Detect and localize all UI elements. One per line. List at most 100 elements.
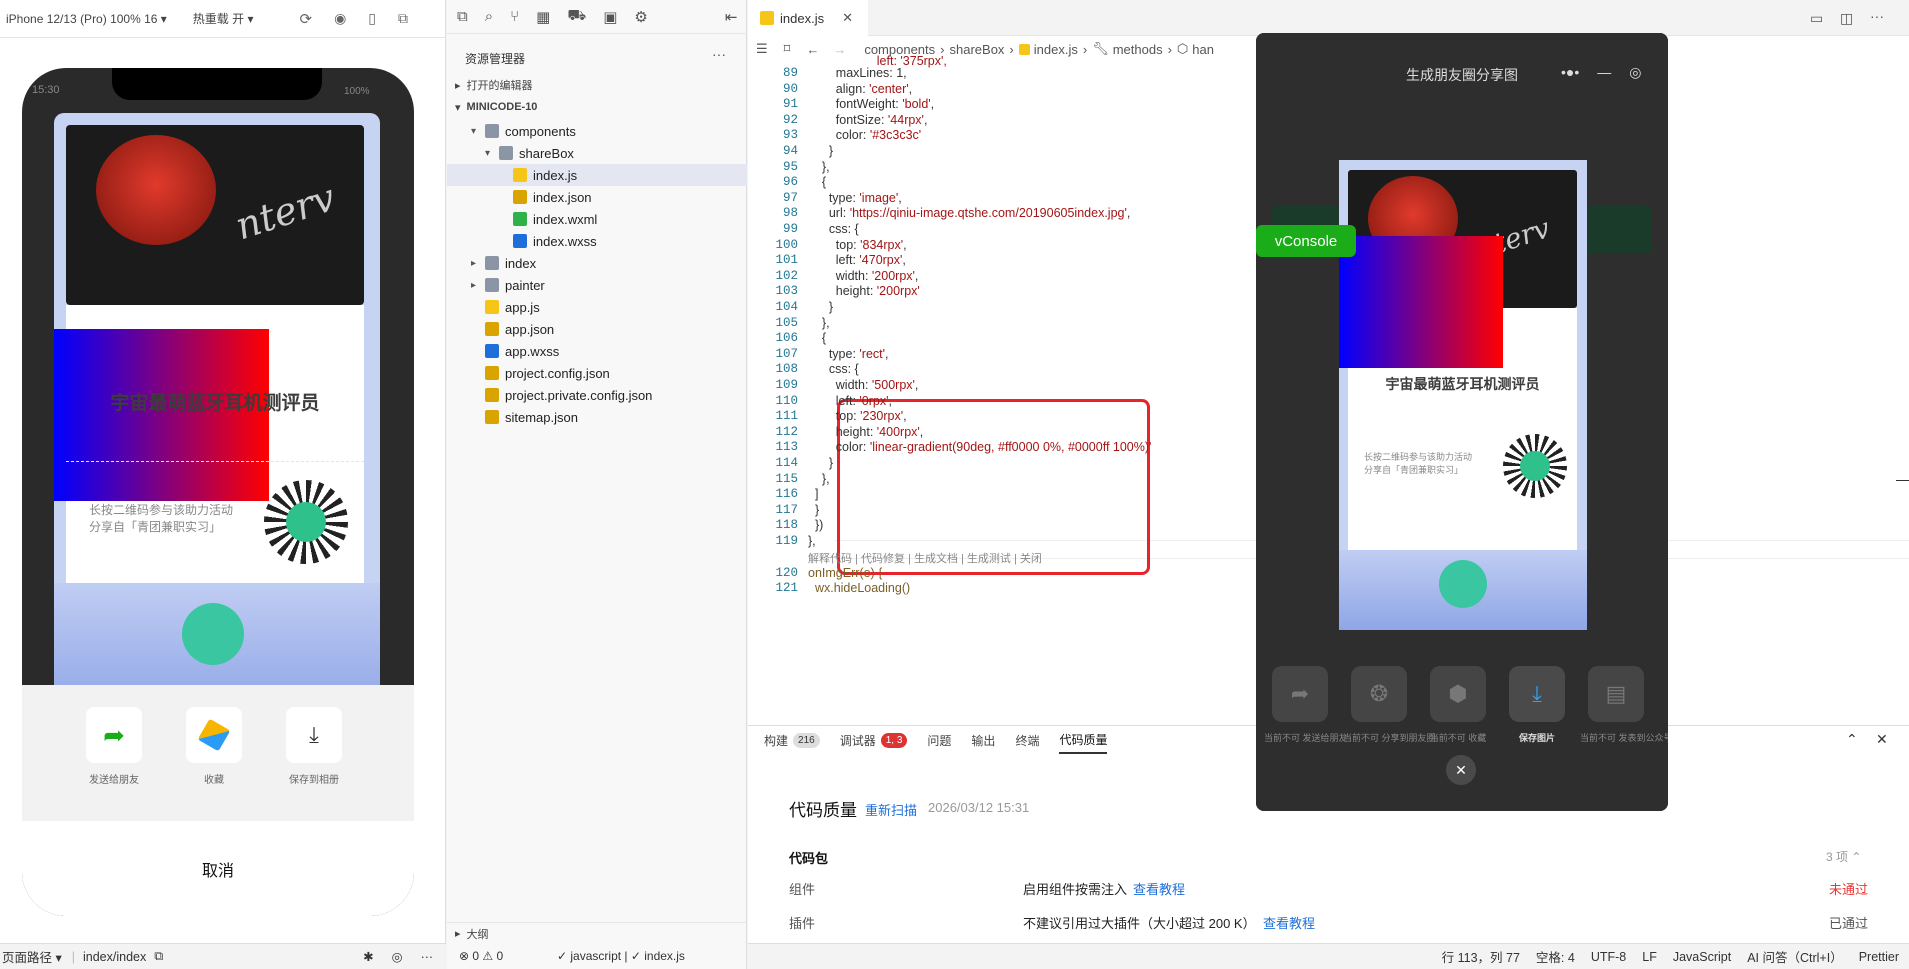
more-icon[interactable]: •●• bbox=[1561, 64, 1579, 80]
tree-item[interactable]: ▸ painter bbox=[447, 274, 747, 296]
line-number: 110 bbox=[775, 393, 798, 408]
tree-item[interactable]: index.json bbox=[447, 186, 747, 208]
cursor-position[interactable]: 行 113，列 77 bbox=[1442, 947, 1520, 966]
chevron-up-icon[interactable]: ⌃ bbox=[1846, 731, 1858, 748]
json-file-icon bbox=[485, 410, 499, 424]
rotate-icon[interactable]: ⟳ bbox=[300, 10, 313, 28]
window-icon[interactable]: ⧉ bbox=[398, 10, 408, 27]
tree-item[interactable]: ▾ shareBox bbox=[447, 142, 747, 164]
comment-icon[interactable]: ▭ bbox=[1810, 10, 1823, 27]
tree-item[interactable]: app.js bbox=[447, 296, 747, 318]
tutorial-link[interactable]: 查看教程 bbox=[1133, 879, 1185, 898]
tree-item[interactable]: ▾ components bbox=[447, 120, 747, 142]
tree-item-label: app.js bbox=[505, 299, 540, 315]
collapse-icon[interactable]: ⇤ bbox=[725, 8, 738, 26]
device-select[interactable]: iPhone 12/13 (Pro) 100% 16 ▾ bbox=[0, 12, 173, 26]
tree-item[interactable]: index.js bbox=[447, 164, 747, 186]
language-mode[interactable]: JavaScript bbox=[1673, 950, 1731, 964]
panel-tab[interactable]: 问题 bbox=[927, 726, 951, 754]
stop-icon[interactable]: ◉ bbox=[334, 10, 346, 27]
extensions-icon[interactable]: ▦ bbox=[536, 8, 550, 26]
settings-icon[interactable]: ⚙ bbox=[634, 8, 647, 26]
share-preview-overlay: 生成朋友圈分享图 •●• — ◎ nterv 宇宙最萌蓝牙耳机测评员 长按二维码… bbox=[1256, 33, 1668, 811]
tree-item[interactable]: project.config.json bbox=[447, 362, 747, 384]
outline-section[interactable]: ▸ 大纲 bbox=[447, 922, 747, 944]
files-icon[interactable]: ⧉ bbox=[457, 8, 468, 25]
line-number: 105 bbox=[775, 315, 798, 330]
tree-item[interactable]: index.wxss bbox=[447, 230, 747, 252]
code-line: } bbox=[808, 300, 834, 314]
tree-item[interactable]: index.wxml bbox=[447, 208, 747, 230]
panel-tab[interactable]: 调试器 1, 3 bbox=[840, 726, 908, 754]
tutorial-link[interactable]: 查看教程 bbox=[1263, 913, 1315, 932]
tree-item[interactable]: project.private.config.json bbox=[447, 384, 747, 406]
tree-item[interactable]: app.wxss bbox=[447, 340, 747, 362]
download-icon[interactable]: ⤓ bbox=[1509, 666, 1565, 722]
activity-bar: ⧉ ⌕ ⑂ ▦ ⛟ ▣ ⚙ ⇤ bbox=[447, 0, 747, 34]
phone-icon[interactable]: ▯ bbox=[368, 10, 376, 27]
rescan-link[interactable]: 重新扫描 bbox=[865, 800, 917, 819]
open-editors-section[interactable]: ▸ 打开的编辑器 bbox=[447, 74, 747, 96]
panel-tab[interactable]: 代码质量 bbox=[1059, 726, 1108, 754]
problems-status[interactable]: ⊗ 0 ⚠ 0 bbox=[459, 949, 503, 963]
eol[interactable]: LF bbox=[1642, 950, 1657, 964]
lang-status[interactable]: ✓ javascript | ✓ index.js bbox=[557, 949, 685, 963]
close-overlay-button[interactable]: ✕ bbox=[1446, 755, 1476, 785]
cube-icon[interactable]: ⬢ bbox=[1430, 666, 1486, 722]
eye-icon[interactable]: ◎ bbox=[392, 949, 403, 964]
docker-icon[interactable]: ⛟ bbox=[567, 7, 586, 26]
download-icon[interactable]: ⤓ bbox=[286, 707, 342, 763]
ai-assistant[interactable]: AI 问答（Ctrl+I） bbox=[1747, 947, 1843, 966]
panel-tab[interactable]: 输出 bbox=[971, 726, 995, 754]
tree-item[interactable]: ▸ index bbox=[447, 252, 747, 274]
formatter[interactable]: Prettier bbox=[1859, 950, 1899, 964]
minimize-icon[interactable]: — bbox=[1597, 64, 1611, 80]
share-arrow-icon[interactable]: ➦ bbox=[86, 707, 142, 763]
page-path-label[interactable]: 页面路径 ▾ bbox=[2, 947, 62, 966]
tree-item[interactable]: app.json bbox=[447, 318, 747, 340]
status-time: 15:30 bbox=[32, 84, 60, 96]
more-icon[interactable]: ··· bbox=[421, 950, 434, 964]
panel-tab-badge: 1, 3 bbox=[880, 732, 908, 748]
tree-item[interactable]: sitemap.json bbox=[447, 406, 747, 428]
aperture-icon[interactable]: ❂ bbox=[1351, 666, 1407, 722]
panel-tab[interactable]: 终端 bbox=[1015, 726, 1039, 754]
quality-row-desc: 启用组件按需注入 bbox=[1023, 882, 1128, 897]
share-arrow-icon[interactable]: ➦ bbox=[1272, 666, 1328, 722]
indent-setting[interactable]: 空格: 4 bbox=[1536, 947, 1575, 966]
line-number: 106 bbox=[775, 331, 798, 346]
record-icon[interactable]: ◎ bbox=[1629, 64, 1641, 81]
line-number: 90 bbox=[782, 81, 798, 96]
section-count[interactable]: 3 项 ⌃ bbox=[1826, 848, 1861, 865]
json-file-icon bbox=[485, 366, 499, 380]
hot-reload-toggle[interactable]: 热重载 开 ▾ bbox=[187, 10, 260, 27]
split-editor-icon[interactable]: ◫ bbox=[1840, 10, 1853, 27]
json-file-icon bbox=[485, 322, 499, 336]
copy-icon[interactable]: ⧉ bbox=[154, 949, 163, 964]
overlay-poster: nterv 宇宙最萌蓝牙耳机测评员 长按二维码参与该助力活动 分享自「青团兼职实… bbox=[1339, 160, 1587, 630]
editor-tab[interactable]: index.js ✕ bbox=[748, 0, 868, 36]
close-icon[interactable]: ✕ bbox=[842, 10, 853, 26]
poster-image-headphone bbox=[96, 135, 216, 245]
panel-tab-label: 调试器 bbox=[839, 733, 876, 748]
close-icon[interactable]: ✕ bbox=[1876, 731, 1888, 748]
line-number: 94 bbox=[782, 144, 798, 158]
explorer-more-button[interactable]: ··· bbox=[712, 46, 726, 62]
phone-notch bbox=[112, 68, 322, 100]
more-actions-icon[interactable]: ··· bbox=[1870, 8, 1884, 24]
source-control-icon[interactable]: ⑂ bbox=[510, 8, 519, 25]
panel-tab[interactable]: 构建 216 bbox=[764, 726, 820, 754]
code-line: }, bbox=[808, 471, 830, 486]
doc-icon[interactable]: ▤ bbox=[1588, 666, 1644, 722]
page-icon[interactable]: ▣ bbox=[603, 8, 617, 26]
bug-icon[interactable]: ✱ bbox=[363, 949, 373, 964]
encoding[interactable]: UTF-8 bbox=[1591, 950, 1626, 964]
project-section[interactable]: ▾ MINICODE-10 bbox=[447, 96, 747, 118]
search-icon[interactable]: ⌕ bbox=[485, 8, 493, 25]
folder-icon bbox=[485, 124, 499, 138]
cancel-button[interactable]: 取消 bbox=[22, 821, 414, 916]
code-line: ] bbox=[808, 487, 819, 502]
cube-icon[interactable] bbox=[186, 707, 242, 763]
codelens[interactable]: 解释代码 | 代码修复 | 生成文档 | 生成测试 | 关闭 bbox=[808, 550, 1042, 566]
vconsole-button[interactable]: vConsole bbox=[1256, 225, 1356, 257]
